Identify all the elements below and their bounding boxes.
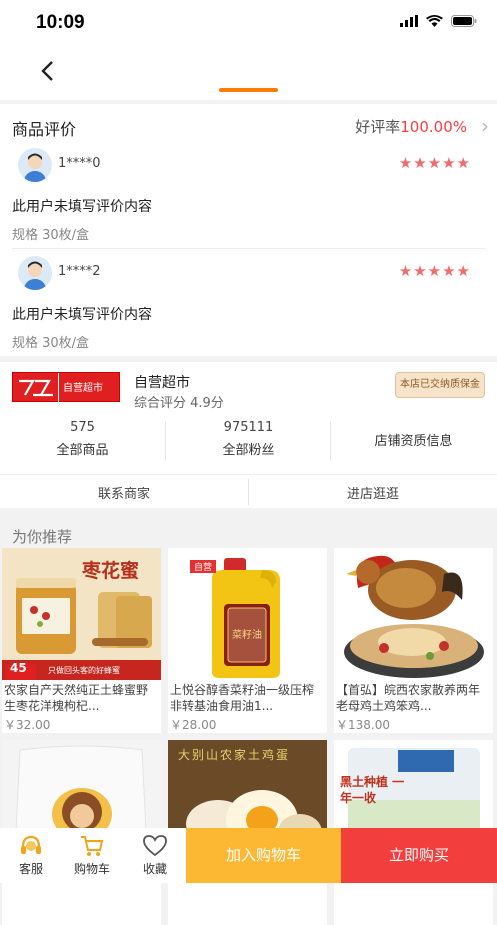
- good-rate: 好评率100.00%: [355, 116, 467, 137]
- svg-text:只做回头客的好蜂蜜: 只做回头客的好蜂蜜: [48, 665, 120, 675]
- fans-label: 全部粉丝: [222, 443, 275, 458]
- shop-logo-text: 自营超市: [63, 383, 103, 394]
- headset-icon: [21, 835, 41, 854]
- goods-count: 575: [70, 420, 95, 435]
- product-image: 只做回头客的好蜂蜜 枣花蜜 45: [2, 548, 161, 680]
- shop-actions: 联系商家 进店逛逛: [0, 474, 497, 508]
- cart-button[interactable]: 购物车: [63, 828, 121, 883]
- product-image: [334, 548, 493, 680]
- product-price: ￥32.00: [4, 718, 51, 732]
- battery-icon: [451, 15, 477, 27]
- shop-name: 自营超市: [134, 375, 190, 391]
- star-rating: ★★★★★: [398, 154, 471, 172]
- favorite-label: 收藏: [142, 862, 167, 876]
- chevron-right-icon: ›: [481, 114, 489, 138]
- visit-shop-button[interactable]: 进店逛逛: [249, 483, 497, 502]
- stat-all-goods[interactable]: 575 全部商品: [0, 420, 165, 464]
- divider: [12, 248, 485, 249]
- shop-score: 综合评分 4.9分: [134, 396, 224, 411]
- product-title: 【首弘】皖西农家散养两年老母鸡土鸡笨鸡...: [336, 683, 481, 713]
- review-username: 1****0: [58, 156, 101, 171]
- avatar: [18, 148, 52, 182]
- reviews-header[interactable]: 商品评价 好评率100.00% ›: [0, 104, 497, 144]
- status-bar: 10:09: [0, 0, 497, 46]
- status-icons: [400, 15, 477, 27]
- tab-indicator: [219, 88, 278, 92]
- image-product-text: 大别山农家土鸡蛋: [178, 748, 291, 762]
- cart-label: 购物车: [73, 862, 110, 876]
- product-price: ￥28.00: [170, 718, 217, 732]
- review-spec: 规格 30枚/盒: [12, 336, 90, 351]
- avatar: [18, 256, 52, 290]
- qualification-label: 店铺资质信息: [374, 434, 453, 449]
- image-price-tag: 45: [10, 661, 27, 675]
- product-price: ￥138.00: [336, 718, 390, 732]
- cart-icon: [81, 836, 104, 856]
- heart-icon: [143, 835, 167, 857]
- good-rate-label: 好评率: [355, 118, 401, 136]
- svg-text:菜籽油: 菜籽油: [232, 628, 262, 641]
- favorite-button[interactable]: 收藏: [126, 828, 184, 883]
- product-card[interactable]: 菜籽油 自营 上悦谷醇香菜籽油一级压榨非转基油食用油1... ￥28.00: [168, 548, 327, 733]
- back-arrow-icon[interactable]: [40, 60, 56, 82]
- image-product-text: 枣花蜜: [82, 560, 140, 582]
- bottom-bar: 客服 购物车 收藏 加入购物车 立即购买: [0, 828, 497, 883]
- product-card[interactable]: 【首弘】皖西农家散养两年老母鸡土鸡笨鸡... ￥138.00: [334, 548, 493, 733]
- review-spec: 规格 30枚/盒: [12, 228, 90, 243]
- review-item: 1****0 ★★★★★ 此用户未填写评价内容 规格 30枚/盒: [0, 144, 497, 252]
- shop-section: 自营超市 自营超市 综合评分 4.9分 本店已交纳质保金 575 全部商品 97…: [0, 362, 497, 508]
- service-label: 客服: [18, 862, 43, 876]
- goods-label: 全部商品: [56, 443, 109, 458]
- product-title: 农家自产天然纯正土蜂蜜野生枣花洋槐枸杞...: [4, 683, 149, 713]
- deposit-badge: 本店已交纳质保金: [395, 372, 485, 398]
- product-card[interactable]: 只做回头客的好蜂蜜 枣花蜜 45 农家自产天然纯正土蜂蜜野生枣花洋槐枸杞... …: [2, 548, 161, 733]
- image-product-text: 黑土种植 一年一收: [340, 775, 405, 805]
- add-to-cart-button[interactable]: 加入购物车: [186, 828, 341, 883]
- contact-merchant-button[interactable]: 联系商家: [0, 483, 248, 502]
- review-username: 1****2: [58, 264, 101, 279]
- fans-count: 975111: [223, 420, 274, 435]
- product-image: 菜籽油 自营: [168, 548, 327, 680]
- status-time: 10:09: [36, 12, 85, 33]
- shop-qualification-button[interactable]: 店铺资质信息: [331, 420, 496, 464]
- reviews-title: 商品评价: [12, 120, 77, 139]
- top-nav: [0, 46, 497, 100]
- wifi-icon: [426, 15, 443, 27]
- review-item: 1****2 ★★★★★ 此用户未填写评价内容 规格 30枚/盒: [0, 252, 497, 360]
- review-text: 此用户未填写评价内容: [12, 199, 152, 215]
- reviews-section: 商品评价 好评率100.00% › 1****0 ★★★★★ 此用户未填写评价内…: [0, 104, 497, 356]
- buy-now-button[interactable]: 立即购买: [341, 828, 497, 883]
- stat-all-fans[interactable]: 975111 全部粉丝: [166, 420, 331, 464]
- customer-service-button[interactable]: 客服: [2, 828, 60, 883]
- recommend-title: 为你推荐: [12, 528, 73, 546]
- star-rating: ★★★★★: [398, 262, 471, 280]
- shop-logo: 自营超市: [12, 372, 120, 403]
- signal-icon: [400, 15, 418, 27]
- good-rate-value: 100.00%: [400, 118, 467, 136]
- review-text: 此用户未填写评价内容: [12, 307, 152, 323]
- product-title: 上悦谷醇香菜籽油一级压榨非转基油食用油1...: [170, 683, 315, 713]
- self-operated-badge: 自营: [190, 560, 217, 573]
